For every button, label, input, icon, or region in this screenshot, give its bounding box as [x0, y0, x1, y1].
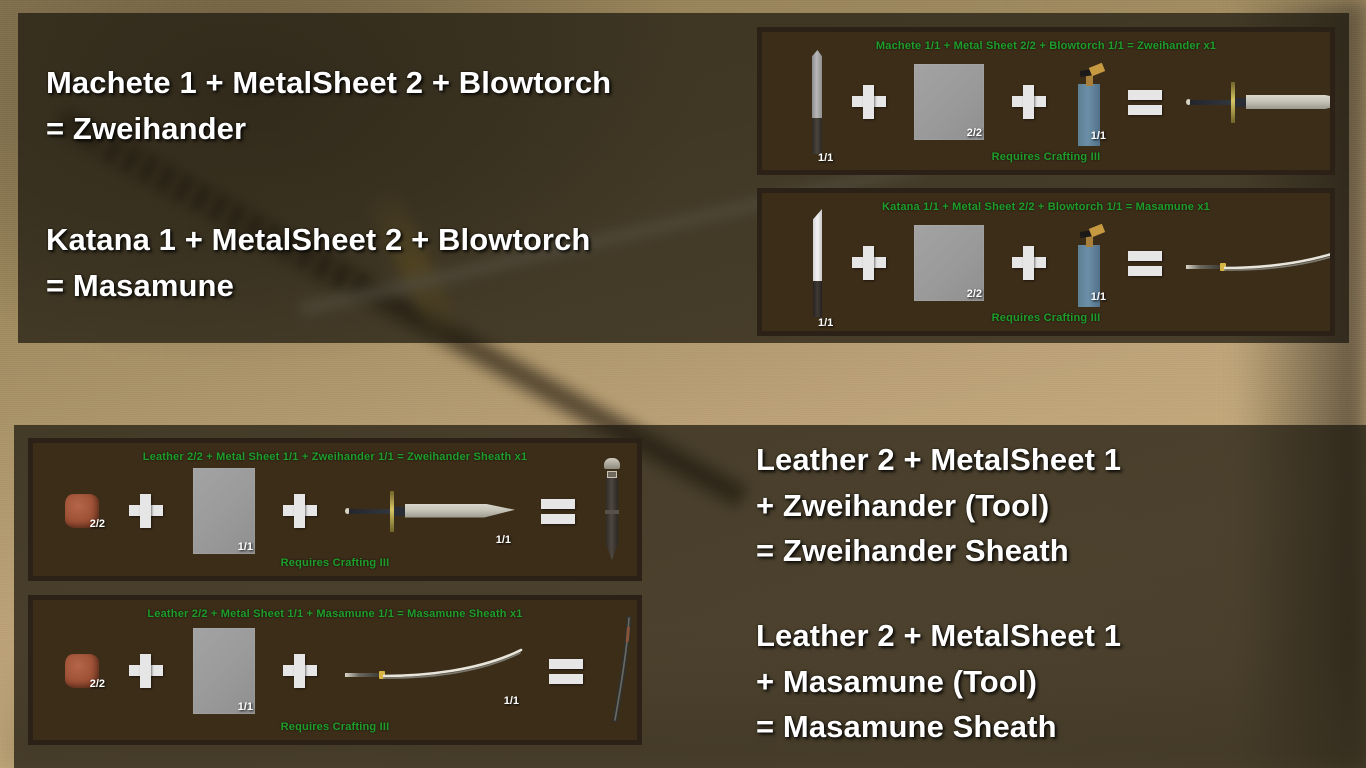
ingredient-slot-leather[interactable]: 2/2	[65, 493, 105, 530]
recipe-requirement: Requires Crafting III	[280, 721, 390, 733]
masamune-icon	[1186, 239, 1330, 287]
recipe-title: Machete 1/1 + Metal Sheet 2/2 + Blowtorc…	[875, 40, 1217, 52]
ingredient-slot-metal-sheet[interactable]: 2/2	[914, 225, 984, 301]
blowtorch-icon	[1074, 58, 1106, 146]
zweihander-icon	[1186, 79, 1330, 125]
result-slot-masamune-sheath[interactable]: x1	[609, 616, 637, 726]
recipe-title: Leather 2/2 + Metal Sheet 1/1 + Zweihand…	[142, 451, 528, 463]
recipe-requirement: Requires Crafting III	[991, 151, 1101, 163]
result-slot-zweihander[interactable]: x1	[1186, 79, 1330, 125]
zweihander-icon	[345, 488, 515, 534]
plus-icon	[1012, 85, 1046, 119]
recipe-title: Leather 2/2 + Metal Sheet 1/1 + Masamune…	[147, 608, 523, 620]
ingredient-slot-zweihander[interactable]: 1/1	[345, 488, 515, 546]
ingredient-slot-blowtorch[interactable]: 1/1	[1074, 58, 1106, 146]
ingredient-slot-leather[interactable]: 2/2	[65, 654, 105, 690]
metal-sheet-icon	[193, 628, 255, 714]
plus-icon	[1012, 246, 1046, 280]
ingredient-slot-metal-sheet[interactable]: 1/1	[193, 467, 255, 554]
result-slot-masamune[interactable]: x1	[1186, 239, 1330, 287]
recipe-requirement: Requires Crafting III	[991, 312, 1101, 324]
ingredient-count: 1/1	[503, 695, 519, 707]
plus-icon	[852, 246, 886, 280]
ingredient-slot-masamune[interactable]: 1/1	[345, 647, 523, 707]
metal-sheet-icon	[914, 64, 984, 140]
masamune-icon	[345, 647, 523, 695]
recipe-title: Katana 1/1 + Metal Sheet 2/2 + Blowtorch…	[882, 201, 1210, 213]
plus-icon	[283, 493, 317, 528]
result-count: x1	[641, 558, 642, 570]
caption-zweihander-sheath: Leather 2 + MetalSheet 1 + Zweihander (T…	[756, 442, 1122, 569]
ingredient-slot-metal-sheet[interactable]: 1/1	[193, 628, 255, 714]
katana-icon	[810, 209, 824, 317]
zweihander-sheath-icon	[601, 457, 623, 564]
ingredient-slot-machete[interactable]: 1/1	[810, 50, 833, 164]
ingredient-slot-metal-sheet[interactable]: 2/2	[914, 64, 984, 140]
ingredient-slot-blowtorch[interactable]: 1/1	[1074, 219, 1106, 307]
equals-icon	[549, 654, 583, 688]
machete-icon	[810, 50, 824, 154]
recipe-panel-masamune[interactable]: Katana 1/1 + Metal Sheet 2/2 + Blowtorch…	[757, 188, 1335, 336]
result-slot-zweihander-sheath[interactable]: x1	[601, 457, 623, 564]
ingredient-count: 1/1	[495, 533, 511, 546]
equals-icon	[1128, 85, 1162, 119]
equals-icon	[541, 494, 575, 528]
masamune-sheath-icon	[609, 616, 637, 726]
recipe-panel-masamune-sheath[interactable]: Leather 2/2 + Metal Sheet 1/1 + Masamune…	[28, 595, 642, 745]
plus-icon	[283, 654, 317, 688]
recipe-panel-zweihander[interactable]: Machete 1/1 + Metal Sheet 2/2 + Blowtorc…	[757, 27, 1335, 175]
leather-icon	[65, 654, 99, 688]
equals-icon	[1128, 246, 1162, 280]
metal-sheet-icon	[914, 225, 984, 301]
caption-masamune-sheath: Leather 2 + MetalSheet 1 + Masamune (Too…	[756, 618, 1122, 745]
recipe-requirement: Requires Crafting III	[280, 557, 390, 569]
blowtorch-icon	[1074, 219, 1106, 307]
plus-icon	[852, 85, 886, 119]
plus-icon	[129, 654, 163, 688]
plus-icon	[129, 493, 163, 528]
metal-sheet-icon	[193, 467, 255, 554]
caption-zweihander: Machete 1 + MetalSheet 2 + Blowtorch = Z…	[46, 65, 612, 146]
caption-masamune: Katana 1 + MetalSheet 2 + Blowtorch = Ma…	[46, 222, 591, 303]
ingredient-slot-katana[interactable]: 1/1	[810, 209, 833, 329]
recipe-panel-zweihander-sheath[interactable]: Leather 2/2 + Metal Sheet 1/1 + Zweihand…	[28, 438, 642, 581]
leather-icon	[65, 493, 99, 528]
